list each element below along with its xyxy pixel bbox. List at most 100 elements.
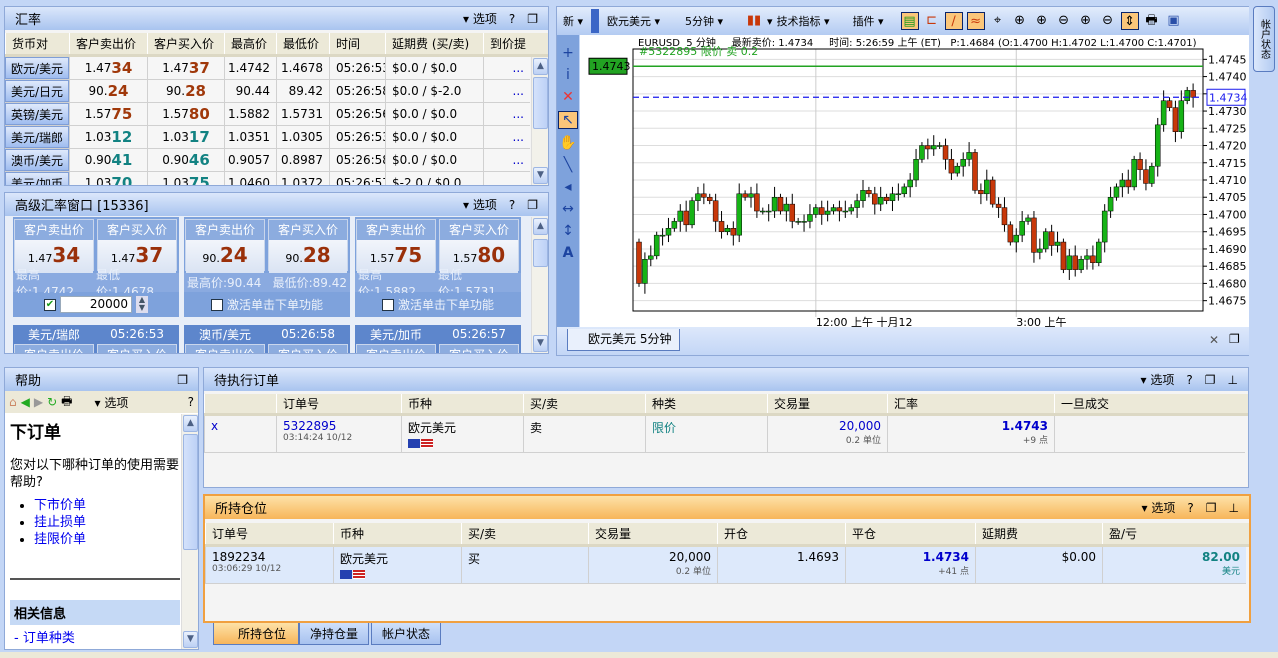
refresh-icon[interactable]: ↻ <box>47 395 57 409</box>
sell-price[interactable]: 90. 24 <box>69 80 147 102</box>
column-header[interactable]: 汇率 <box>887 394 1054 413</box>
delete-icon[interactable]: ✕ <box>562 89 574 105</box>
column-header[interactable]: 客户卖出价 <box>69 33 147 54</box>
forward-icon[interactable]: ▶ <box>34 395 43 409</box>
column-header[interactable]: 货币对 <box>5 33 69 54</box>
price-alert[interactable]: ... <box>483 149 530 171</box>
help-question-button[interactable]: ? <box>188 395 194 409</box>
chart-type-dropdown[interactable]: ▾ <box>767 15 773 28</box>
zoom-in-icon[interactable]: ⊕ <box>1011 12 1029 30</box>
help-link-stop-order[interactable]: 挂止损单 <box>34 515 86 530</box>
sell-price[interactable]: 0.90 41 <box>69 149 147 171</box>
plugins-dropdown[interactable]: 插件 ▾ <box>853 13 897 29</box>
column-header[interactable]: 交易量 <box>767 394 887 413</box>
price-alert[interactable]: ... <box>483 57 530 79</box>
price-alert[interactable]: ... <box>483 103 530 125</box>
save-icon[interactable]: ▣ <box>1165 12 1183 30</box>
sell-price[interactable]: 1.03 70 <box>69 172 147 185</box>
buy-button[interactable]: 客户买入价 1.4737 <box>97 219 177 274</box>
scroll-thumb[interactable] <box>533 77 548 129</box>
column-header[interactable]: 币种 <box>333 523 461 544</box>
info-icon[interactable]: i <box>566 67 570 83</box>
column-header[interactable]: 到价提 <box>483 33 530 54</box>
adv-scrollbar[interactable]: ▲ ▼ <box>531 217 548 353</box>
one-click-checkbox[interactable] <box>381 298 394 311</box>
period-dropdown[interactable]: 5分钟 ▾ <box>685 13 741 29</box>
help-button[interactable]: ? <box>509 198 515 212</box>
new-menu[interactable]: 新 ▾ <box>563 13 583 29</box>
column-header[interactable]: 开仓 <box>717 523 845 544</box>
text-tool-icon[interactable]: A <box>563 245 574 261</box>
home-icon[interactable]: ⌂ <box>9 395 17 409</box>
buy-button[interactable]: 客户买入价 <box>268 344 348 353</box>
scroll-down-icon[interactable]: ▼ <box>183 631 198 648</box>
column-header[interactable]: 盈/亏 <box>1102 523 1246 544</box>
print-icon[interactable]: 🖶 <box>1143 12 1161 30</box>
column-header[interactable]: 买/卖 <box>461 523 588 544</box>
toolbar-grip[interactable] <box>591 9 600 33</box>
restore-icon[interactable]: ❐ <box>1205 373 1216 387</box>
back-icon[interactable]: ◀ <box>21 395 30 409</box>
pin-icon[interactable]: ⊥ <box>1229 501 1239 515</box>
crosshair-icon[interactable]: + <box>562 45 574 61</box>
help-options-button[interactable]: ▾ 选项 <box>94 394 128 411</box>
pending-options-button[interactable]: ▾ 选项 <box>1141 371 1175 388</box>
column-header[interactable]: 订单号 <box>276 394 401 413</box>
pair-button[interactable]: 美元/日元 <box>5 80 69 102</box>
buy-price[interactable]: 1.03 17 <box>147 126 224 148</box>
tab-net-positions[interactable]: 净持仓量 <box>299 623 370 645</box>
zigzag-icon[interactable]: ≈ <box>966 12 985 30</box>
sell-price[interactable]: 1.57 75 <box>69 103 147 125</box>
rate-row[interactable]: 英镑/美元 1.57 75 1.57 80 1.5882 1.5731 05:26:56… <box>5 103 530 126</box>
account-status-side-tab[interactable]: 帐户状态 <box>1253 6 1275 72</box>
pair-button[interactable]: 美元/加币 <box>5 172 69 185</box>
one-click-checkbox[interactable] <box>210 298 223 311</box>
close-chart-icon[interactable]: ✕ <box>1209 333 1219 347</box>
rate-row[interactable]: 澳币/美元 0.90 41 0.90 46 0.9057 0.8987 05:26:58… <box>5 149 530 172</box>
buy-price[interactable]: 1.03 75 <box>147 172 224 185</box>
related-link-order-types[interactable]: - 订单种类 <box>14 631 75 646</box>
column-header[interactable]: 种类 <box>645 394 767 413</box>
indicators-dropdown[interactable]: 技术指标 ▾ <box>777 13 849 29</box>
scroll-up-icon[interactable]: ▲ <box>533 58 548 75</box>
scroll-up-icon[interactable]: ▲ <box>533 218 548 235</box>
amount-stepper[interactable]: ▲ ▼ <box>136 296 148 313</box>
trade-lines-icon[interactable]: ⊏ <box>923 12 941 30</box>
buy-price[interactable]: 0.90 46 <box>147 149 224 171</box>
chart-tab[interactable]: 欧元美元 5分钟 <box>567 329 681 351</box>
buy-button[interactable]: 客户买入价 90.28 <box>268 219 348 274</box>
rate-row[interactable]: 美元/加币 1.03 70 1.03 75 1.0460 1.0372 05:26:57… <box>5 172 530 185</box>
column-header[interactable]: 最高价 <box>224 33 276 54</box>
tab-open-positions[interactable]: 所持仓位 <box>213 623 299 645</box>
fit-icon[interactable]: ⌖ <box>989 12 1007 30</box>
position-row[interactable]: 1892234 03:06:29 10/12 欧元美元 买 20,000 0.2 单… <box>205 547 1246 584</box>
tab-account-status[interactable]: 帐户状态 <box>371 623 442 645</box>
help-button[interactable]: ? <box>509 12 515 26</box>
scroll-thumb[interactable] <box>533 239 548 267</box>
buy-price[interactable]: 1.57 80 <box>147 103 224 125</box>
help-button[interactable]: ? <box>1187 501 1193 515</box>
scroll-down-icon[interactable]: ▼ <box>533 335 548 352</box>
positions-options-button[interactable]: ▾ 选项 <box>1142 499 1176 516</box>
v-measure-icon[interactable]: ↕ <box>562 223 574 239</box>
buy-price[interactable]: 1.47 37 <box>147 57 224 79</box>
sell-button[interactable]: 客户卖出价 1.4734 <box>14 219 94 274</box>
column-header[interactable]: 交易量 <box>588 523 717 544</box>
arrow-tool-icon[interactable]: ◂ <box>564 179 571 195</box>
scroll-thumb[interactable] <box>183 434 198 550</box>
pending-order-row[interactable]: x 5322895 03:14:24 10/12 欧元美元 卖 限价 20,000… <box>204 416 1245 453</box>
restore-icon[interactable]: ❐ <box>1229 332 1240 346</box>
rate-row[interactable]: 欧元/美元 1.47 34 1.47 37 1.4742 1.4678 05:26:53… <box>5 57 530 80</box>
zoom-out-x-icon[interactable]: ⊖ <box>1055 12 1073 30</box>
hand-icon[interactable]: ✋ <box>559 135 576 151</box>
line-tool-icon[interactable]: ╲ <box>564 157 572 173</box>
rates-scrollbar[interactable]: ▲ ▼ <box>531 57 548 185</box>
adv-options-button[interactable]: ▾ 选项 <box>463 196 497 213</box>
help-scrollbar[interactable]: ▲ ▼ <box>181 414 198 649</box>
restore-icon[interactable]: ❐ <box>527 12 538 26</box>
help-link-market-order[interactable]: 下市价单 <box>34 498 86 513</box>
pair-button[interactable]: 英镑/美元 <box>5 103 69 125</box>
pair-button[interactable]: 澳币/美元 <box>5 149 69 171</box>
candlestick-chart[interactable]: 1.47451.47401.47351.47301.47251.47201.47… <box>580 35 1249 327</box>
rate-row[interactable]: 美元/日元 90. 24 90. 28 90.44 89.42 05:26:58 $0.0… <box>5 80 530 103</box>
